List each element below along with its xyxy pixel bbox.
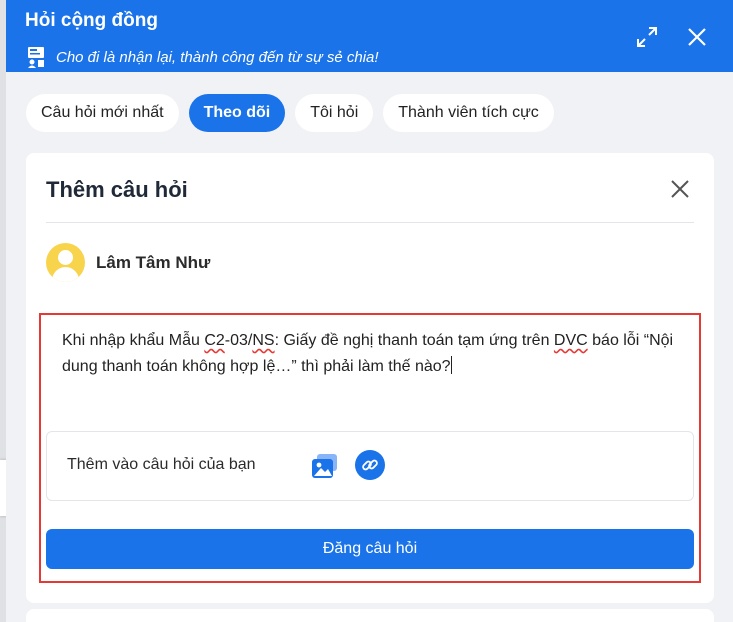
close-icon bbox=[671, 180, 689, 198]
card-title: Thêm câu hỏi bbox=[46, 177, 188, 202]
panel-header: Hỏi cộng đồng Cho đi là nhận lại, thành … bbox=[6, 0, 733, 72]
presentation-icon bbox=[25, 46, 47, 68]
panel-subtitle: Cho đi là nhận lại, thành công đến từ sự… bbox=[25, 46, 379, 68]
divider bbox=[46, 222, 694, 223]
tab-bar: Câu hỏi mới nhất Theo dõi Tôi hỏi Thành … bbox=[26, 94, 554, 132]
question-input[interactable]: Khi nhập khẩu Mẫu C2-03/NS: Giấy đề nghị… bbox=[62, 328, 682, 380]
tab-following[interactable]: Theo dõi bbox=[188, 94, 286, 132]
close-card-button[interactable] bbox=[666, 175, 694, 203]
image-icon bbox=[312, 454, 337, 478]
attachment-label: Thêm vào câu hỏi của bạn bbox=[67, 456, 256, 473]
close-panel-button[interactable] bbox=[683, 24, 711, 50]
submit-question-button[interactable]: Đăng câu hỏi bbox=[46, 529, 694, 569]
tab-latest-questions[interactable]: Câu hỏi mới nhất bbox=[26, 94, 179, 132]
add-link-button[interactable] bbox=[355, 450, 385, 480]
add-question-card: Thêm câu hỏi Lâm Tâm Như Khi nhập khẩu M… bbox=[26, 153, 714, 603]
community-panel: Hỏi cộng đồng Cho đi là nhận lại, thành … bbox=[6, 0, 733, 622]
text-cursor bbox=[450, 356, 452, 374]
user-avatar bbox=[46, 243, 85, 282]
user-name: Lâm Tâm Như bbox=[96, 252, 211, 272]
add-image-button[interactable] bbox=[310, 451, 340, 481]
expand-icon bbox=[637, 27, 657, 47]
question-form-area: Khi nhập khẩu Mẫu C2-03/NS: Giấy đề nghị… bbox=[39, 313, 701, 583]
link-icon bbox=[362, 459, 378, 471]
next-card bbox=[26, 609, 714, 622]
expand-button[interactable] bbox=[633, 24, 661, 50]
panel-title: Hỏi cộng đồng bbox=[25, 10, 158, 31]
tab-active-members[interactable]: Thành viên tích cực bbox=[383, 94, 554, 132]
attachment-bar: Thêm vào câu hỏi của bạn bbox=[46, 431, 694, 501]
user-info: Lâm Tâm Như bbox=[46, 243, 210, 282]
panel-subtitle-text: Cho đi là nhận lại, thành công đến từ sự… bbox=[56, 48, 379, 66]
tab-my-questions[interactable]: Tôi hỏi bbox=[295, 94, 374, 132]
close-icon bbox=[688, 28, 706, 46]
